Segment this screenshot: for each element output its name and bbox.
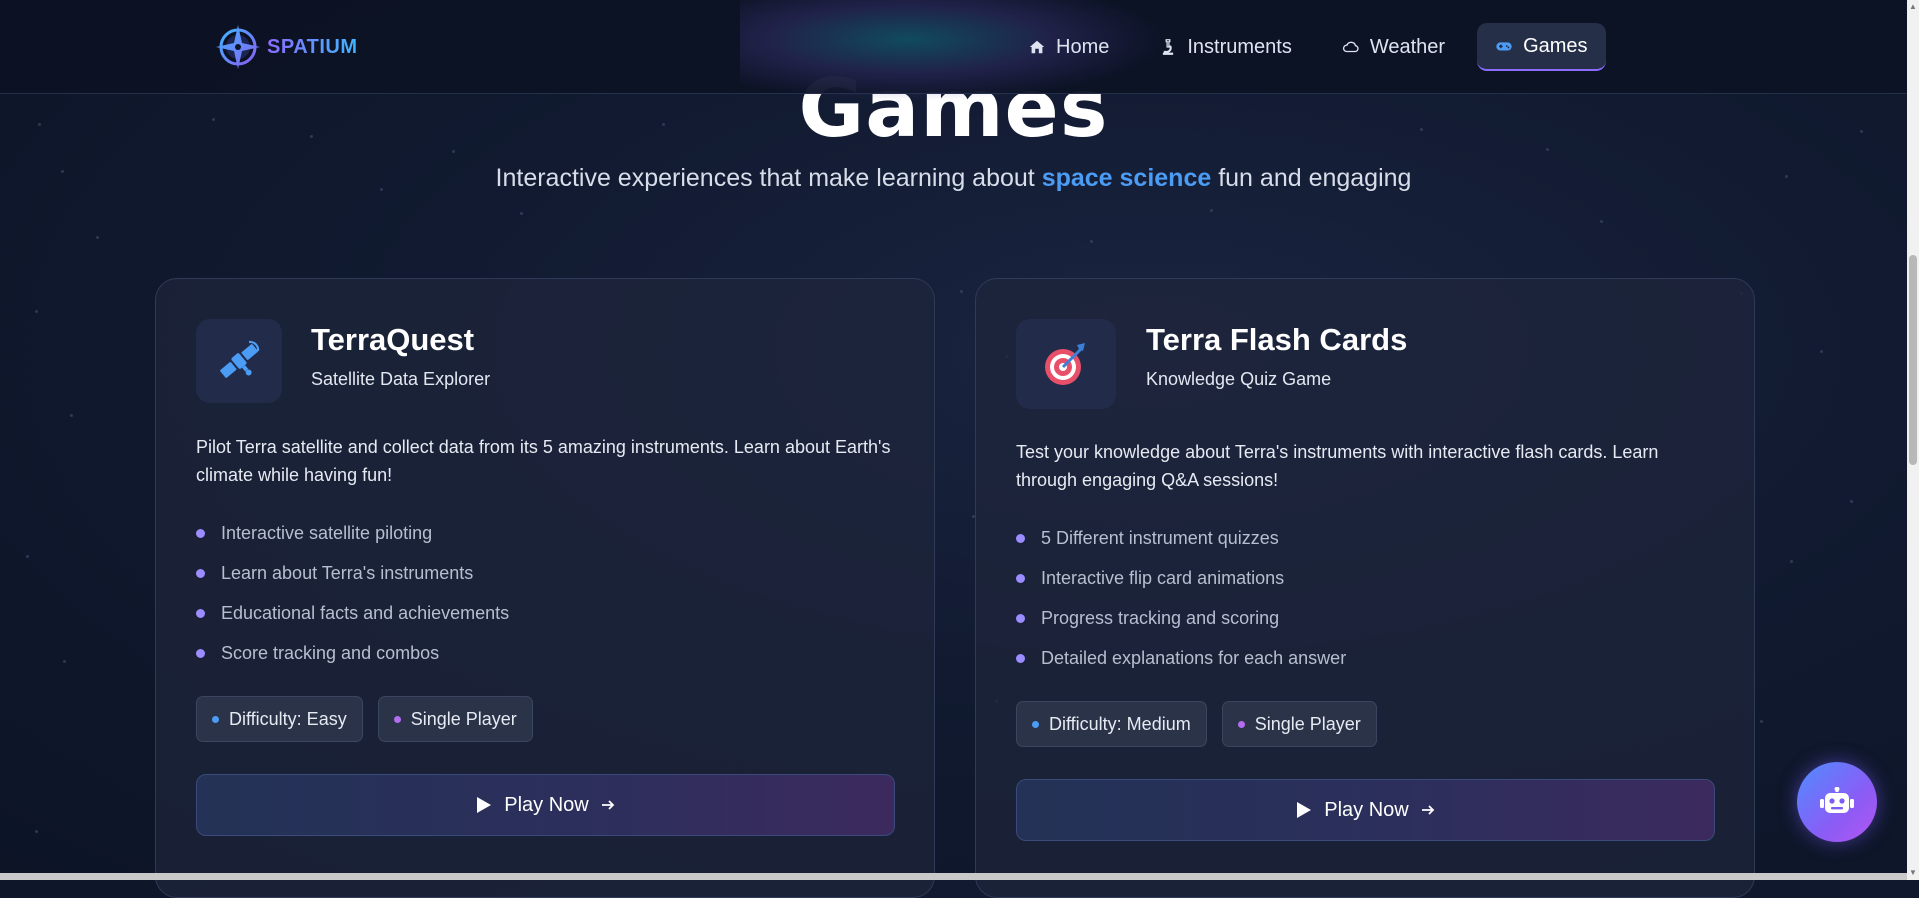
nav-item-label: Games [1523,34,1588,57]
bullet-dot [1016,613,1025,623]
gamepad-icon [1496,42,1512,51]
arrow-right-icon [601,800,615,810]
play-icon [1297,802,1312,818]
card-title: Terra Flash Cards [1146,322,1408,357]
scroll-down-arrow-icon[interactable]: ▼ [1907,866,1919,880]
feature-text: Learn about Terra's instruments [221,562,474,583]
bullet-dot [196,608,205,618]
badge-dot [393,715,401,723]
brand-logo[interactable]: SPATIUM [213,22,358,72]
horizontal-scrollbar[interactable] [0,873,1907,880]
satellite-icon [220,340,260,378]
game-card-terraquest: TerraQuest Satellite Data Explorer Pilot… [155,278,935,898]
assistant-chat-button[interactable] [1797,762,1877,842]
bullet-dot [1016,533,1025,543]
microscope-icon [1163,39,1174,55]
list-item: Interactive satellite piloting [196,513,509,553]
bullet-dot [196,648,205,658]
top-navbar: SPATIUM Home Instruments Weather Games [0,0,1907,100]
card-icon-box [1016,319,1116,409]
difficulty-badge: Difficulty: Easy [196,696,363,742]
feature-text: Detailed explanations for each answer [1041,647,1347,668]
bullet-dot [196,528,205,538]
list-item: Detailed explanations for each answer [1016,638,1346,678]
badge-dot [1237,720,1245,728]
page-subtitle: Interactive experiences that make learni… [0,164,1907,193]
card-title: TerraQuest [311,322,475,357]
play-now-button[interactable]: Play Now [196,774,895,836]
scroll-up-arrow-icon[interactable]: ▲ [1907,0,1919,14]
target-icon [1045,343,1085,385]
list-item: 5 Different instrument quizzes [1016,518,1346,558]
play-icon [477,797,492,813]
play-now-button[interactable]: Play Now [1016,779,1715,841]
tag-row: Difficulty: Medium Single Player [1016,701,1377,747]
bullet-dot [1016,573,1025,583]
subtitle-text-end: fun and engaging [1211,164,1412,192]
feature-text: Interactive flip card animations [1041,567,1285,588]
robot-icon [1820,787,1854,813]
arrow-right-icon [1421,805,1435,815]
feature-text: Educational facts and achievements [221,602,510,623]
nav-item-home[interactable]: Home [1010,23,1127,71]
compass-icon [216,25,260,69]
nav-item-instruments[interactable]: Instruments [1141,23,1309,71]
play-button-label: Play Now [504,793,589,816]
badge-text: Single Player [1254,713,1361,734]
badge-text: Difficulty: Easy [229,708,347,729]
card-description: Pilot Terra satellite and collect data f… [196,437,891,485]
players-badge: Single Player [377,696,533,742]
nav-item-games[interactable]: Games [1477,23,1606,71]
bullet-dot [1016,653,1025,663]
bullet-dot [196,568,205,578]
badge-dot [1032,720,1039,728]
feature-list: Interactive satellite piloting Learn abo… [196,513,509,673]
card-subtitle: Satellite Data Explorer [311,369,491,389]
feature-text: Score tracking and combos [221,642,440,663]
feature-text: 5 Different instrument quizzes [1041,527,1279,548]
difficulty-badge: Difficulty: Medium [1016,701,1207,747]
nav-item-label: Home [1056,35,1110,58]
badge-text: Single Player [410,708,517,729]
scroll-thumb[interactable] [1909,255,1917,465]
badge-text: Difficulty: Medium [1049,713,1191,734]
tag-row: Difficulty: Easy Single Player [196,696,533,742]
nav-item-label: Weather [1369,35,1446,58]
list-item: Score tracking and combos [196,633,509,673]
cloud-icon [1342,41,1359,53]
feature-text: Interactive satellite piloting [221,522,433,543]
play-button-label: Play Now [1324,798,1409,821]
card-description: Test your knowledge about Terra's instru… [1016,442,1659,490]
page-scrollbar[interactable]: ▲ ▼ [1907,0,1919,880]
nav-menu: Home Instruments Weather Games [1010,23,1606,71]
nav-item-weather[interactable]: Weather [1324,23,1463,71]
players-badge: Single Player [1221,701,1377,747]
nav-item-label: Instruments [1187,35,1292,58]
badge-dot [212,715,219,723]
brand-name: SPATIUM [267,35,358,58]
subtitle-text: Interactive experiences that make learni… [495,164,1042,192]
list-item: Interactive flip card animations [1016,558,1346,598]
list-item: Learn about Terra's instruments [196,553,509,593]
list-item: Progress tracking and scoring [1016,598,1346,638]
feature-list: 5 Different instrument quizzes Interacti… [1016,518,1346,678]
game-card-flash-cards: Terra Flash Cards Knowledge Quiz Game Te… [975,278,1755,898]
feature-text: Progress tracking and scoring [1041,607,1280,628]
card-subtitle: Knowledge Quiz Game [1146,369,1332,389]
subtitle-highlight: space science [1041,164,1212,192]
home-icon [1029,40,1045,54]
list-item: Educational facts and achievements [196,593,509,633]
card-icon-box [196,319,282,403]
